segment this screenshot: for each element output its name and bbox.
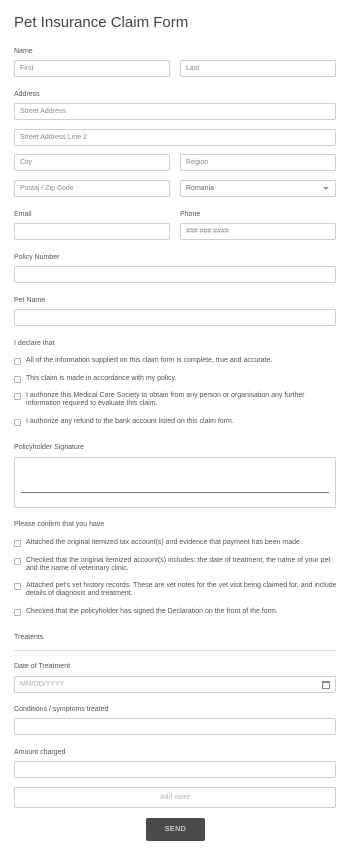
- email-input[interactable]: [14, 223, 170, 240]
- date-placeholder: MM/DD/YYYY: [20, 681, 65, 688]
- confirm-item-declaration-signed[interactable]: Checked that the policyholder has signed…: [14, 608, 341, 616]
- pet-name-input[interactable]: [14, 309, 336, 326]
- email-label: Email: [14, 211, 32, 218]
- date-of-treatment-label: Date of Treatment: [14, 663, 71, 670]
- last-name-input[interactable]: Last: [180, 60, 336, 77]
- checkbox[interactable]: [14, 583, 21, 590]
- phone-input[interactable]: ### ### ####: [180, 223, 336, 240]
- phone-label: Phone: [180, 211, 201, 218]
- page-title: Pet Insurance Claim Form: [14, 14, 189, 31]
- checkbox-label: Checked that the policyholder has signed…: [26, 608, 278, 615]
- checkbox-label: This claim is made in accordance with my…: [26, 375, 177, 382]
- pet-name-label: Pet Name: [14, 297, 46, 304]
- declare-item-refund[interactable]: I authorize any refund to the bank accou…: [14, 418, 341, 426]
- checkbox-label: Checked that the original itemized accou…: [26, 557, 331, 572]
- treatments-section-title: Treatents: [14, 634, 44, 641]
- street-address-line2-input[interactable]: Street Address Line 2: [14, 129, 336, 146]
- amount-charged-input[interactable]: [14, 761, 336, 778]
- checkbox[interactable]: [14, 419, 21, 426]
- signature-label: Policyholder Signature: [14, 444, 85, 451]
- declare-item-policy[interactable]: This claim is made in accordance with my…: [14, 375, 341, 383]
- send-button[interactable]: SEND: [146, 818, 205, 841]
- checkbox-label: Attached pet's vet history records. Thes…: [26, 582, 337, 597]
- chevron-down-icon: [323, 187, 329, 190]
- declare-item-complete[interactable]: All of the information supplied on this …: [14, 357, 341, 365]
- first-name-input[interactable]: First: [14, 60, 170, 77]
- checkbox[interactable]: [14, 393, 21, 400]
- checkbox-label: I authorize any refund to the bank accou…: [26, 418, 234, 425]
- country-select[interactable]: Romania: [180, 180, 336, 197]
- checkbox-label: Attached the original itemized tax accou…: [26, 539, 302, 546]
- postal-code-input[interactable]: Postal / Zip Code: [14, 180, 170, 197]
- checkbox[interactable]: [14, 609, 21, 616]
- confirm-label: Please confirm that you have: [14, 521, 105, 528]
- name-label: Name: [14, 48, 33, 55]
- checkbox[interactable]: [14, 540, 21, 547]
- date-of-treatment-input[interactable]: MM/DD/YYYY: [14, 676, 336, 693]
- declare-label: I declare that: [14, 340, 55, 347]
- region-input[interactable]: Region: [180, 154, 336, 171]
- policy-number-input[interactable]: [14, 266, 336, 283]
- add-more-button[interactable]: Add more: [14, 787, 336, 808]
- address-label: Address: [14, 91, 40, 98]
- confirm-item-itemized-account[interactable]: Checked that the original itemized accou…: [14, 557, 341, 573]
- amount-charged-label: Amount charged: [14, 749, 66, 756]
- checkbox[interactable]: [14, 558, 21, 565]
- signature-line: [21, 492, 329, 493]
- calendar-icon[interactable]: [322, 681, 330, 689]
- checkbox-label: All of the information supplied on this …: [26, 357, 273, 364]
- policy-number-label: Policy Number: [14, 254, 60, 261]
- section-divider: [14, 650, 336, 651]
- city-input[interactable]: City: [14, 154, 170, 171]
- confirm-item-tax-account[interactable]: Attached the original itemized tax accou…: [14, 539, 341, 547]
- conditions-input[interactable]: [14, 718, 336, 735]
- conditions-label: Conditions / symptoms treated: [14, 706, 109, 713]
- checkbox-label: I authorize this Medical Care Society to…: [26, 392, 305, 407]
- checkbox[interactable]: [14, 358, 21, 365]
- country-select-value: Romania: [186, 185, 215, 192]
- checkbox[interactable]: [14, 376, 21, 383]
- confirm-item-vet-history[interactable]: Attached pet's vet history records. Thes…: [14, 582, 341, 598]
- street-address-input[interactable]: Street Address: [14, 103, 336, 120]
- declare-item-authorize-info[interactable]: I authorize this Medical Care Society to…: [14, 392, 341, 408]
- signature-pad[interactable]: [14, 457, 336, 508]
